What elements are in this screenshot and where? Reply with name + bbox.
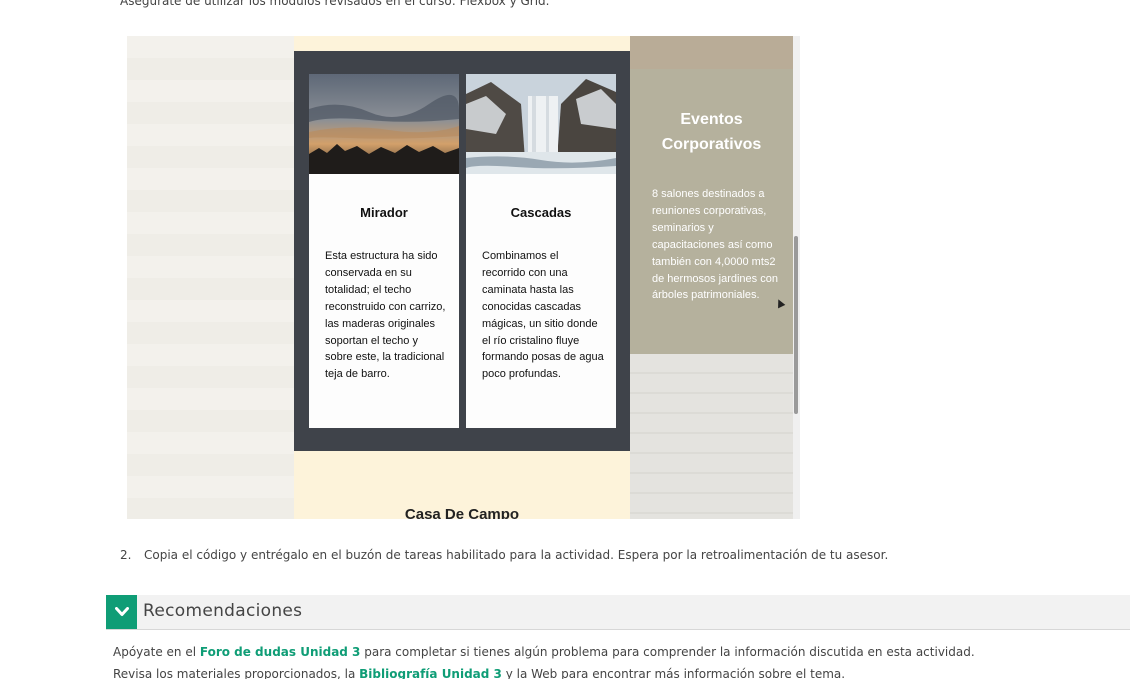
recomendaciones-header[interactable]: Recomendaciones — [106, 595, 1130, 630]
chevron-down-icon — [114, 607, 129, 616]
screenshot-left-background — [127, 36, 294, 519]
eventos-panel: Eventos Corporativos 8 salones destinado… — [630, 69, 793, 354]
eventos-text: 8 salones destinados a reuniones corpora… — [652, 188, 778, 302]
foro-dudas-link[interactable]: Foro de dudas Unidad 3 — [200, 645, 361, 659]
section-title: Recomendaciones — [143, 601, 303, 621]
recomendacion-bibliografia: Revisa los materiales proporcionados, la… — [113, 667, 845, 679]
casa-de-campo-heading: Casa De Campo — [404, 506, 520, 519]
step-number: 2. — [120, 548, 132, 562]
collapse-toggle-button[interactable] — [106, 595, 137, 629]
embedded-screenshot: Mirador Esta estructura ha sido conserva… — [127, 36, 800, 519]
page: Asegúrate de utilizar los módulos revisa… — [0, 0, 1130, 679]
step-2: 2. Copia el código y entrégalo en el buzó… — [120, 548, 888, 562]
text-segment: para completar si tienes algún problema … — [360, 645, 975, 659]
cascadas-title: Cascadas — [510, 205, 572, 220]
step-text: Copia el código y entrégalo en el buzón … — [144, 548, 889, 562]
eventos-title: Eventos Corporativos — [661, 111, 762, 153]
right-top-band — [630, 36, 793, 69]
card-cascadas: Cascadas Combinamos el recorrido con una… — [466, 74, 616, 428]
screenshot-scrollbar — [793, 36, 800, 519]
right-lower-background — [630, 354, 793, 519]
mirador-image — [309, 74, 459, 174]
text-segment: y la Web para encontrar más información … — [501, 667, 846, 679]
mirador-text: Esta estructura ha sido conservada en su… — [325, 250, 446, 381]
card-frame: Mirador Esta estructura ha sido conserva… — [294, 51, 630, 451]
mirador-title: Mirador — [360, 205, 408, 220]
screenshot-right-column: Eventos Corporativos 8 salones destinado… — [630, 36, 800, 519]
text-segment: Revisa los materiales proporcionados, la — [113, 667, 360, 679]
intro-text: Asegúrate de utilizar los módulos revisa… — [120, 0, 550, 8]
scrollbar-thumb — [794, 236, 798, 414]
text-segment: Apóyate en el — [113, 645, 200, 659]
recomendacion-foro: Apóyate en el Foro de dudas Unidad 3 par… — [113, 645, 975, 659]
cascadas-text: Combinamos el recorrido con una caminata… — [482, 250, 604, 381]
card-mirador: Mirador Esta estructura ha sido conserva… — [309, 74, 459, 428]
cascadas-image — [466, 74, 616, 174]
bibliografia-link[interactable]: Bibliografía Unidad 3 — [359, 667, 502, 679]
